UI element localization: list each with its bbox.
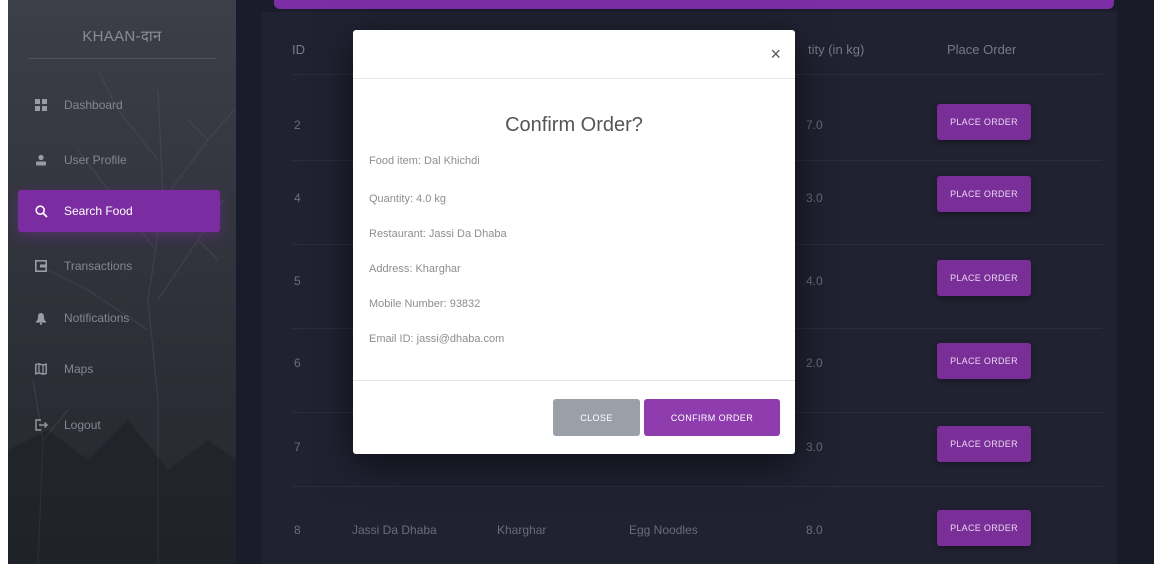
sidebar-item-label: Notifications [64,311,130,325]
sidebar-item-label: Search Food [64,204,133,218]
place-order-button[interactable]: PLACE ORDER [937,260,1031,296]
sidebar-item-label: Logout [64,418,101,432]
column-header-place-order: Place Order [947,42,1017,57]
sidebar-item-search-food[interactable]: Search Food [18,190,220,232]
restaurant-text: Restaurant: Jassi Da Dhaba [369,228,507,240]
brand-divider [28,58,216,59]
brand-title: KHAAN-दान [82,28,162,45]
search-icon [34,204,48,218]
dashboard-icon [34,98,48,112]
sidebar-item-dashboard[interactable]: Dashboard [18,84,220,126]
place-order-button[interactable]: PLACE ORDER [937,426,1031,462]
close-icon[interactable]: × [770,45,781,63]
cell-restaurant: Jassi Da Dhaba [352,523,437,537]
cell-id: 7 [294,440,301,454]
cell-id: 6 [294,356,301,370]
user-icon [34,153,48,167]
column-header-id: ID [292,42,305,57]
row-divider [292,486,1102,487]
modal-header-divider [353,78,795,79]
place-order-button[interactable]: PLACE ORDER [937,176,1031,212]
logout-icon [34,418,48,432]
place-order-button[interactable]: PLACE ORDER [937,343,1031,379]
cell-quantity: 3.0 [806,440,823,454]
cell-id: 4 [294,191,301,205]
cell-quantity: 3.0 [806,191,823,205]
card-header-bar [274,0,1114,9]
column-header-quantity: tity (in kg) [808,42,865,57]
cell-quantity: 8.0 [806,523,823,537]
sidebar-item-label: Dashboard [64,98,123,112]
cell-address: Kharghar [497,523,547,537]
modal-footer-divider [353,380,795,381]
cell-id: 8 [294,523,301,537]
sidebar-item-label: Transactions [64,259,133,273]
sidebar-item-transactions[interactable]: Transactions [18,245,220,287]
sidebar: KHAAN-दान Dashboard User Profile Search … [8,0,236,564]
address-text: Address: Kharghar [369,263,461,275]
cell-id: 2 [294,118,301,132]
modal-title: Confirm Order? [505,114,643,136]
map-icon [34,362,48,376]
confirm-order-modal: × Confirm Order? Food item: Dal Khichdi … [353,30,795,454]
cell-quantity: 4.0 [806,274,823,288]
mobile-number-text: Mobile Number: 93832 [369,298,481,310]
confirm-order-button[interactable]: CONFIRM ORDER [644,399,780,436]
cell-quantity: 7.0 [806,118,823,132]
sidebar-item-user-profile[interactable]: User Profile [18,139,220,181]
cell-id: 5 [294,274,301,288]
sidebar-item-label: User Profile [64,153,127,167]
sidebar-item-logout[interactable]: Logout [18,404,220,446]
bell-icon [34,311,48,325]
right-edge-panel [1117,0,1154,564]
wallet-icon [34,259,48,273]
email-id-text: Email ID: jassi@dhaba.com [369,333,505,345]
place-order-button[interactable]: PLACE ORDER [937,510,1031,546]
place-order-button[interactable]: PLACE ORDER [937,104,1031,140]
quantity-text: Quantity: 4.0 kg [369,193,447,205]
cell-quantity: 2.0 [806,356,823,370]
food-item-text: Food item: Dal Khichdi [369,155,480,167]
sidebar-item-maps[interactable]: Maps [18,348,220,390]
close-button[interactable]: CLOSE [553,399,640,436]
sidebar-item-label: Maps [64,362,94,376]
sidebar-item-notifications[interactable]: Notifications [18,297,220,339]
cell-food-item: Egg Noodles [629,523,698,537]
